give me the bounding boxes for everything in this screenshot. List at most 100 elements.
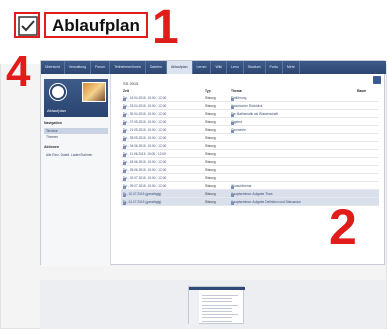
tab-lernm[interactable]: Lernm [193,61,212,74]
thumbnail-line [202,314,238,316]
row-topic-cell[interactable]: Geometrie [231,128,246,133]
thumbnail-line [202,304,238,306]
row-time: Do., 04.06.2015, 10:00 - 12:00 [123,144,167,148]
calendar-icon [123,106,126,109]
table-row[interactable]: Do., 16.04.2015, 10:00 - 12:00 Sitzung Ein… [121,94,379,102]
row-topic: Historischer Rückblick [231,104,263,108]
row-topic-cell[interactable]: Hauptseminar: Aufgabe Thea [231,192,272,197]
row-type: Sitzung [205,200,216,204]
row-topic-cell[interactable]: Einführung [231,96,246,101]
row-topic-cell[interactable]: Die Mathematik als Wissenschaft [231,112,278,117]
row-time-cell: Do., 07.05.2015, 10:00 - 12:00 [123,120,167,125]
annotation-number-2: 2 [329,199,357,255]
calendar-icon [123,130,126,133]
table-row[interactable]: Do., 09.07.2015, 10:00 - 12:00 Sitzung Wun… [121,182,379,190]
calendar-icon [123,186,126,189]
row-topic: Wunschthema [231,184,252,188]
table-row[interactable]: Fr., 10.07.2015 (ganztägig) Sitzung Haupts… [121,190,379,198]
tab-portu[interactable]: Portu [266,61,283,74]
tab-wiki[interactable]: Wiki [211,61,228,74]
topic-icon [231,186,234,189]
row-time-cell: Do., 11.06.2015, 10:00 - 12:00 [123,152,167,157]
row-time-cell: Do., 23.04.2015, 10:00 - 12:00 [123,104,166,109]
tab-verwaltung[interactable]: Verwaltung [65,61,92,74]
row-time: Do., 09.07.2015, 10:00 - 12:00 [123,184,167,188]
sidebar-title: Ablaufplan [47,108,66,113]
table-row[interactable]: Do., 18.06.2015, 10:00 - 12:00 Sitzung [121,158,379,166]
tab-lexu[interactable]: Lexu [227,61,244,74]
topic-icon [231,194,234,197]
row-type: Sitzung [205,168,216,172]
row-time: Do., 11.06.2015, 10:00 - 12:00 [123,152,167,156]
row-time: Do., 02.07.2015, 10:00 - 12:00 [123,176,167,180]
topic-icon [231,202,234,205]
row-time-cell: Do., 02.07.2015, 10:00 - 12:00 [123,176,167,181]
table-row[interactable]: Do., 30.04.2015, 10:00 - 12:00 Sitzung Die… [121,110,379,118]
table-row[interactable]: Do., 07.05.2015, 10:00 - 12:00 Sitzung Alg… [121,118,379,126]
thumbnail-line [202,320,232,322]
column-header-typ[interactable]: Typ [205,89,211,93]
topic-icon [231,114,234,117]
page-title: Ablaufplan [44,12,148,38]
table-row[interactable]: Do., 21.05.2015, 10:00 - 12:00 Sitzung Geo… [121,126,379,134]
table-row[interactable]: Do., 28.05.2015, 10:00 - 12:00 Sitzung [121,134,379,142]
row-time-cell: Do., 09.07.2015, 10:00 - 12:00 [123,184,167,189]
row-time: Fr., 10.07.2015 (ganztägig) [123,192,162,196]
thumbnail-strip [40,280,385,329]
row-time-cell: Do., 21.05.2015, 10:00 - 12:00 [123,128,167,133]
calendar-icon [123,114,126,117]
row-time: Do., 21.05.2015, 10:00 - 12:00 [123,128,167,132]
row-time-cell: Fr., 10.07.2015 (ganztägig) [123,192,162,197]
row-type: Sitzung [205,128,216,132]
tab-forum[interactable]: Forum [91,61,111,74]
row-time-cell: Do., 16.04.2015, 10:00 - 12:00 [123,96,167,101]
row-time: Do., 16.04.2015, 10:00 - 12:00 [123,96,167,100]
calendar-icon [123,122,126,125]
table-row[interactable]: Do., 02.07.2015, 10:00 - 12:00 Sitzung [121,174,379,182]
row-time: Do., 30.04.2015, 10:00 - 12:00 [123,112,167,116]
checkbox[interactable] [14,12,40,38]
row-time-cell: Do., 30.04.2015, 10:00 - 12:00 [123,112,167,117]
row-topic-cell[interactable]: Hauptseminar: Aufgabe Definition und Dis… [231,200,301,205]
tab-übersicht[interactable]: Übersicht [41,61,65,74]
sidebar-action-item[interactable]: Alle Einz. Dateil. Laden/Sahnen [44,152,108,158]
row-type: Sitzung [205,160,216,164]
table-row[interactable]: Do., 25.06.2015, 10:00 - 12:00 Sitzung [121,166,379,174]
thumbnail-sidebar [189,290,199,325]
semester-label: SS 2015 [123,81,139,86]
column-header-raum[interactable]: Raum [357,89,366,93]
row-time-cell: Do., 18.06.2015, 10:00 - 12:00 [123,160,166,165]
schedule-table: Do., 16.04.2015, 10:00 - 12:00 Sitzung Ein… [121,94,379,206]
sidebar: Ablaufplan Navigation Termine Themen Akt… [41,74,111,266]
calendar-icon [123,202,126,205]
table-row[interactable]: Do., 23.04.2015, 10:00 - 12:00 Sitzung His… [121,102,379,110]
tab-mehr[interactable]: Mehr [283,61,300,74]
row-time-cell: Fr., 24.07.2015 (ganztägig) [123,200,162,205]
row-time-cell: Do., 04.06.2015, 10:00 - 12:00 [123,144,167,149]
table-row[interactable]: Do., 04.06.2015, 10:00 - 12:00 Sitzung [121,142,379,150]
calendar-icon [123,98,126,101]
tab-dateien[interactable]: Dateien [146,61,167,74]
checkmark-icon [18,16,38,36]
row-type: Sitzung [205,120,216,124]
tab-ablaufplan[interactable]: Ablaufplan [166,61,193,74]
table-row[interactable]: Do., 11.06.2015, 10:00 - 12:00 Sitzung [121,150,379,158]
column-header-thema[interactable]: Thema [231,89,242,93]
row-topic-cell[interactable]: Wunschthema [231,184,252,189]
row-topic-cell[interactable]: Algebra [231,120,242,125]
topic-icon [231,106,234,109]
calendar-icon [123,162,126,165]
calendar-icon [123,146,126,149]
row-topic-cell[interactable]: Historischer Rückblick [231,104,263,109]
thumbnail-line [202,295,238,296]
column-header-zeit[interactable]: Zeit [123,89,129,93]
row-time: Do., 07.05.2015, 10:00 - 12:00 [123,120,167,124]
sidebar-item-themen[interactable]: Themen [44,134,108,140]
tab-teilnehmer-innen[interactable]: Teilnehmer/innen [110,61,146,74]
top-navigation: Übersicht Verwaltung Forum Teilnehmer/innen… [41,61,386,74]
tab-studium[interactable]: Studium [244,61,266,74]
page-thumbnail[interactable] [188,286,245,325]
row-time: Fr., 24.07.2015 (ganztägig) [123,200,162,204]
row-type: Sitzung [205,104,216,108]
row-type: Sitzung [205,176,216,180]
